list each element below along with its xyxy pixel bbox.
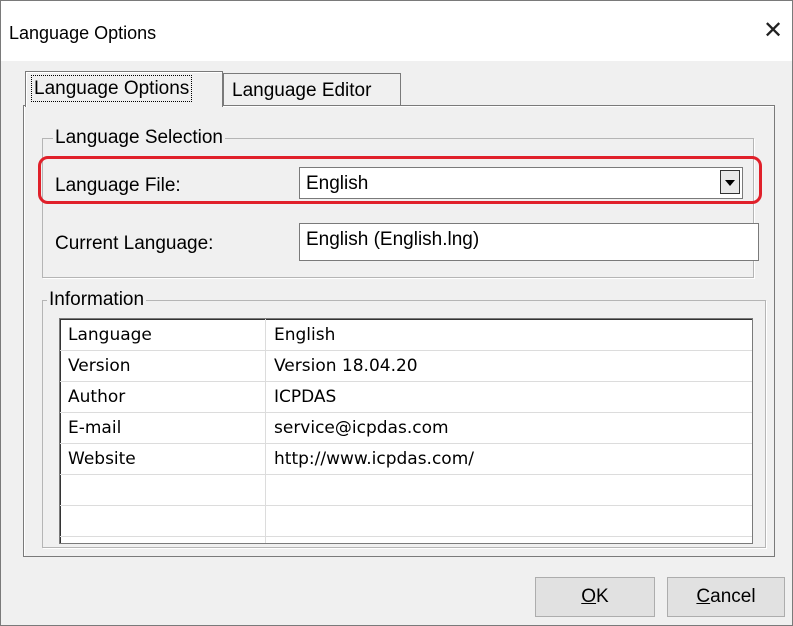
tab-language-options-label: Language Options bbox=[30, 75, 193, 102]
tab-panel: Language Selection Language File: Englis… bbox=[23, 105, 775, 557]
info-value: service@icpdas.com bbox=[274, 418, 449, 438]
cancel-button[interactable]: Cancel bbox=[667, 577, 785, 617]
list-item[interactable]: Author ICPDAS bbox=[60, 382, 752, 413]
list-item[interactable]: Website http://www.icpdas.com/ bbox=[60, 444, 752, 475]
list-item[interactable]: Language English bbox=[60, 320, 752, 351]
current-language-value: English (English.lng) bbox=[306, 229, 480, 250]
info-key: Language bbox=[68, 325, 152, 345]
info-key: Author bbox=[68, 387, 126, 407]
information-list[interactable]: Language English Version Version 18.04.2… bbox=[59, 318, 753, 544]
list-item[interactable] bbox=[60, 506, 752, 537]
info-value: English bbox=[274, 325, 336, 345]
info-value: ICPDAS bbox=[274, 387, 337, 407]
close-icon[interactable]: ✕ bbox=[754, 13, 792, 49]
current-language-label: Current Language: bbox=[55, 233, 214, 254]
language-file-highlight bbox=[38, 156, 762, 204]
info-key: Version bbox=[68, 356, 131, 376]
tab-language-editor-label: Language Editor bbox=[232, 80, 372, 101]
tab-language-options[interactable]: Language Options bbox=[25, 71, 223, 107]
list-item[interactable] bbox=[60, 475, 752, 506]
information-legend: Information bbox=[47, 289, 147, 311]
ok-label-rest: K bbox=[596, 586, 609, 607]
ok-mnemonic: O bbox=[581, 586, 597, 607]
list-item[interactable]: Version Version 18.04.20 bbox=[60, 351, 752, 382]
current-language-field[interactable]: English (English.lng) bbox=[299, 223, 759, 261]
cancel-mnemonic: C bbox=[696, 586, 711, 607]
info-key: E-mail bbox=[68, 418, 122, 438]
info-value: http://www.icpdas.com/ bbox=[274, 449, 474, 469]
cancel-label-rest: ancel bbox=[710, 586, 756, 607]
info-value: Version 18.04.20 bbox=[274, 356, 418, 376]
language-options-dialog: Language Options ✕ Language Options Lang… bbox=[0, 0, 793, 626]
tab-language-editor[interactable]: Language Editor bbox=[223, 73, 401, 107]
list-item[interactable]: E-mail service@icpdas.com bbox=[60, 413, 752, 444]
information-group: Information Language English Version Ver… bbox=[42, 289, 766, 548]
ok-button[interactable]: OK bbox=[535, 577, 655, 617]
info-key: Website bbox=[68, 449, 136, 469]
language-selection-legend: Language Selection bbox=[53, 127, 225, 149]
window-title: Language Options bbox=[9, 23, 157, 43]
title-bar: Language Options ✕ bbox=[1, 1, 792, 61]
